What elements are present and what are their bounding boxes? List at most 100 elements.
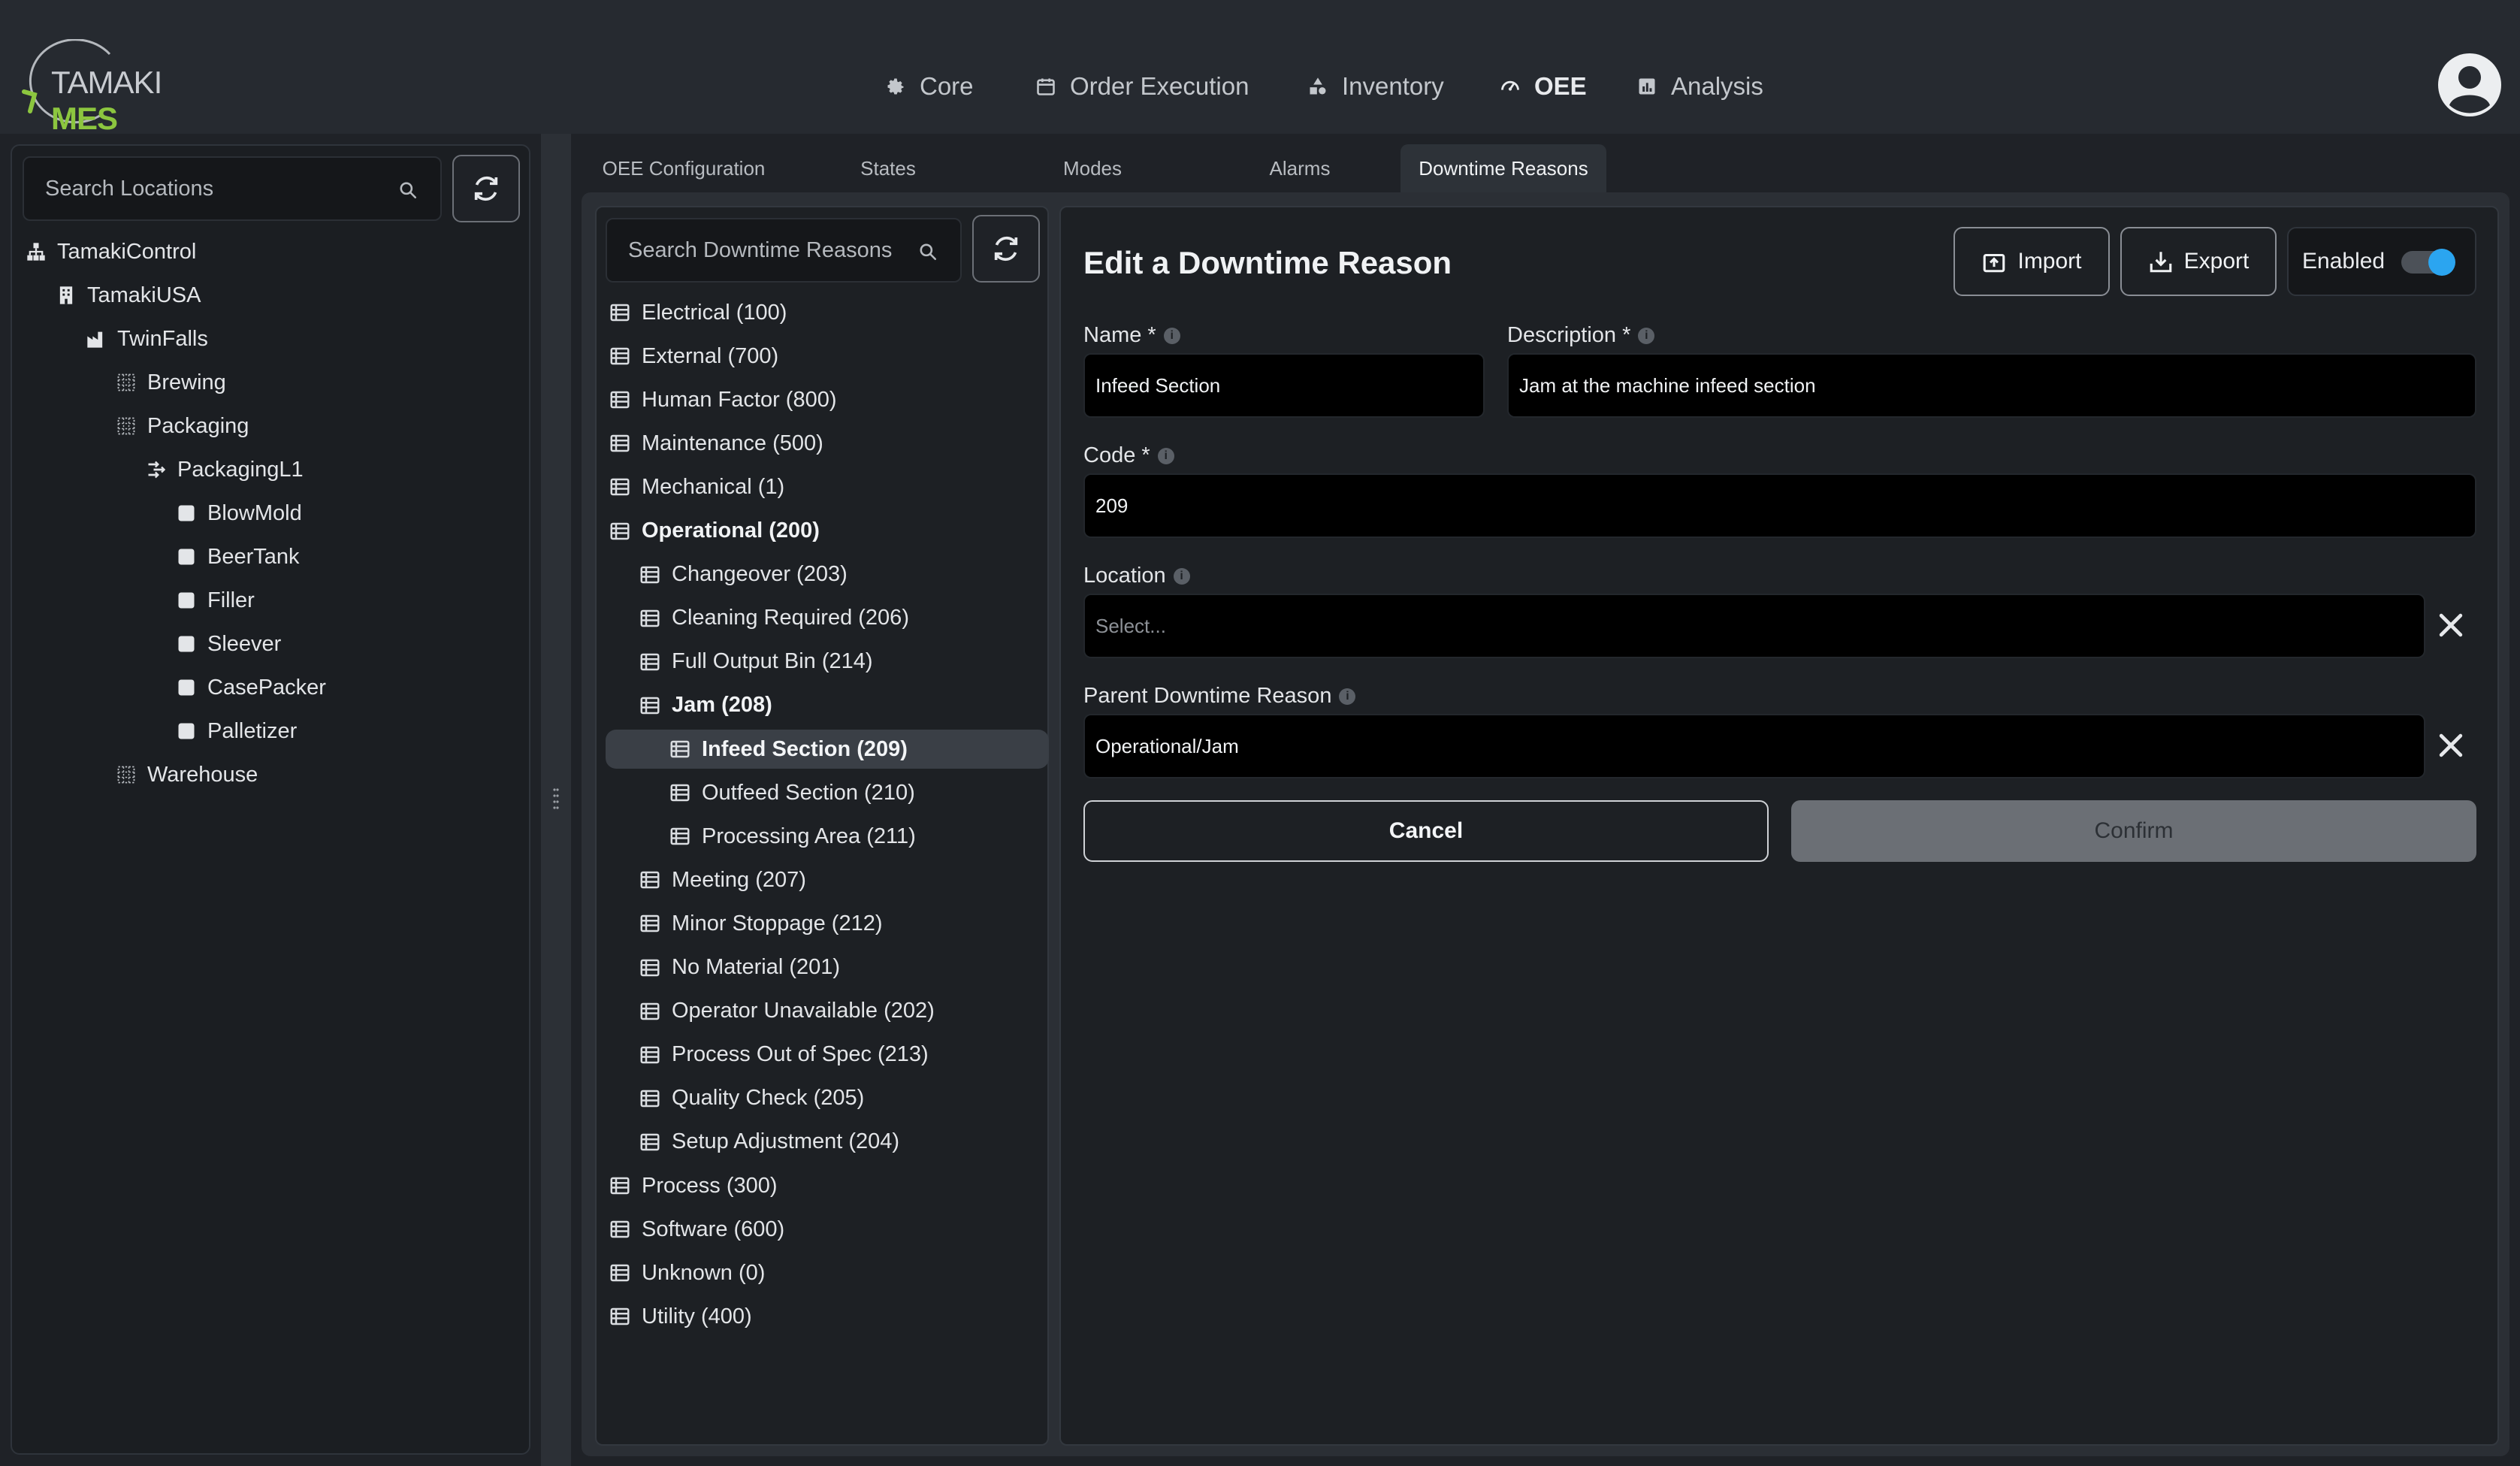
info-icon[interactable]: i bbox=[1157, 447, 1174, 464]
tree-item-packagingl1[interactable]: PackagingL1 bbox=[146, 455, 304, 485]
downtime-reason-item[interactable]: Software (600) bbox=[609, 1210, 784, 1249]
tree-item-sleever[interactable]: Sleever bbox=[176, 629, 281, 659]
info-icon[interactable]: i bbox=[1339, 688, 1356, 705]
downtime-reason-item[interactable]: Quality Check (205) bbox=[639, 1079, 864, 1118]
downtime-reason-label: Cleaning Required (206) bbox=[672, 606, 909, 630]
enabled-toggle[interactable] bbox=[2401, 249, 2455, 276]
downtime-reason-label: Electrical (100) bbox=[642, 300, 787, 325]
name-input-value: Infeed Section bbox=[1095, 373, 1221, 397]
downtime-reason-item[interactable]: Unknown (0) bbox=[609, 1253, 765, 1292]
downtime-reason-item[interactable]: Meeting (207) bbox=[639, 860, 806, 899]
downtime-reason-item[interactable]: Minor Stoppage (212) bbox=[639, 904, 883, 943]
downtime-reason-item[interactable]: Process Out of Spec (213) bbox=[639, 1035, 929, 1075]
location-select[interactable]: Select... bbox=[1083, 594, 2425, 658]
tab-downtime-reasons[interactable]: Downtime Reasons bbox=[1401, 144, 1606, 192]
cancel-button[interactable]: Cancel bbox=[1083, 800, 1769, 862]
nav-core[interactable]: Core bbox=[885, 68, 974, 105]
parent-reason-value: Operational/Jam bbox=[1095, 734, 1239, 757]
tree-item-label: Warehouse bbox=[147, 762, 258, 787]
cell-icon bbox=[178, 549, 195, 565]
downtime-reason-item[interactable]: Operator Unavailable (202) bbox=[639, 992, 935, 1031]
info-icon[interactable]: i bbox=[1173, 567, 1190, 585]
downtime-reason-item[interactable]: Electrical (100) bbox=[609, 293, 787, 332]
downtime-reason-item[interactable]: No Material (201) bbox=[639, 948, 840, 987]
downtime-reason-item[interactable]: Mechanical (1) bbox=[609, 467, 784, 506]
downtime-reason-label: Maintenance (500) bbox=[642, 431, 823, 455]
code-label: Code * i bbox=[1083, 443, 1174, 468]
tab-modes[interactable]: Modes bbox=[1040, 144, 1145, 192]
downtime-reason-item[interactable]: Cleaning Required (206) bbox=[639, 599, 909, 638]
name-input[interactable]: Infeed Section bbox=[1083, 353, 1485, 418]
upload-icon bbox=[1984, 253, 2005, 273]
tree-item-twinfalls[interactable]: TwinFalls bbox=[86, 324, 208, 354]
downtime-reason-item[interactable]: Outfeed Section (210) bbox=[669, 773, 915, 812]
downtime-reason-label: Infeed Section (209) bbox=[702, 736, 908, 761]
downtime-reason-item[interactable]: Processing Area (211) bbox=[669, 817, 916, 856]
description-input-value: Jam at the machine infeed section bbox=[1519, 373, 1816, 397]
nav-oee[interactable]: OEE bbox=[1500, 68, 1587, 105]
downtime-reason-item[interactable]: Process (300) bbox=[609, 1166, 778, 1205]
info-icon[interactable]: i bbox=[1163, 327, 1180, 344]
tree-item-tamakiusa[interactable]: TamakiUSA bbox=[56, 280, 201, 310]
downtime-reason-label: Operator Unavailable (202) bbox=[672, 999, 935, 1023]
user-avatar-icon[interactable] bbox=[2437, 53, 2502, 117]
import-button[interactable]: Import bbox=[1953, 227, 2110, 296]
refresh-downtime-reasons-button[interactable] bbox=[972, 215, 1040, 283]
tree-item-packaging[interactable]: Packaging bbox=[116, 411, 249, 441]
tab-label: States bbox=[860, 156, 916, 180]
tree-item-label: Packaging bbox=[147, 413, 249, 438]
downtime-reason-item[interactable]: External (700) bbox=[609, 337, 778, 376]
cell-icon bbox=[178, 592, 195, 609]
refresh-locations-button[interactable] bbox=[452, 155, 520, 222]
tree-item-blowmold[interactable]: BlowMold bbox=[176, 498, 302, 528]
drag-handle-icon[interactable] bbox=[553, 787, 559, 813]
clear-location-icon[interactable] bbox=[2434, 609, 2467, 642]
downtime-reason-item[interactable]: Jam (208) bbox=[639, 686, 772, 725]
downtime-reason-item[interactable]: Changeover (203) bbox=[639, 555, 848, 594]
description-input[interactable]: Jam at the machine infeed section bbox=[1507, 353, 2476, 418]
tree-item-brewing[interactable]: Brewing bbox=[116, 367, 226, 397]
table-icon bbox=[640, 1046, 660, 1063]
tab-states[interactable]: States bbox=[835, 144, 941, 192]
tree-item-tamakicontrol[interactable]: TamakiControl bbox=[26, 237, 196, 267]
downtime-reason-label: Full Output Bin (214) bbox=[672, 649, 873, 674]
info-icon[interactable]: i bbox=[1638, 327, 1655, 344]
tree-item-label: BeerTank bbox=[207, 544, 300, 569]
downtime-reason-item[interactable]: Operational (200) bbox=[609, 512, 820, 551]
org-icon bbox=[27, 243, 45, 261]
toggle-knob bbox=[2428, 249, 2455, 276]
downtime-reason-label: Processing Area (211) bbox=[702, 824, 916, 848]
downtime-reason-label: No Material (201) bbox=[672, 955, 841, 979]
tree-item-warehouse[interactable]: Warehouse bbox=[116, 760, 258, 790]
clear-parent-reason-icon[interactable] bbox=[2434, 729, 2467, 762]
search-locations-input[interactable]: Search Locations bbox=[23, 156, 442, 221]
downtime-reason-item[interactable]: Maintenance (500) bbox=[609, 424, 823, 463]
table-icon bbox=[670, 740, 690, 758]
tab-oee-configuration[interactable]: OEE Configuration bbox=[588, 144, 780, 192]
gauge-icon bbox=[1501, 80, 1519, 91]
tree-item-label: TwinFalls bbox=[117, 326, 208, 351]
code-label-text: Code * bbox=[1083, 443, 1150, 467]
downtime-reason-item[interactable]: Human Factor (800) bbox=[609, 380, 837, 419]
nav-inventory[interactable]: Inventory bbox=[1307, 68, 1444, 105]
export-button[interactable]: Export bbox=[2120, 227, 2277, 296]
downtime-reason-item[interactable]: Infeed Section (209) bbox=[606, 730, 1049, 769]
tree-item-filler[interactable]: Filler bbox=[176, 585, 255, 615]
enabled-label: Enabled bbox=[2302, 249, 2386, 274]
tree-item-palletizer[interactable]: Palletizer bbox=[176, 716, 297, 746]
downtime-reason-item[interactable]: Full Output Bin (214) bbox=[639, 642, 873, 682]
code-input[interactable]: 209 bbox=[1083, 473, 2476, 538]
location-select-placeholder: Select... bbox=[1095, 614, 1166, 637]
downtime-reason-item[interactable]: Setup Adjustment (204) bbox=[639, 1123, 899, 1162]
table-icon bbox=[610, 347, 630, 365]
nav-analysis[interactable]: Analysis bbox=[1636, 68, 1763, 105]
tab-alarms[interactable]: Alarms bbox=[1247, 144, 1352, 192]
tree-item-casepacker[interactable]: CasePacker bbox=[176, 673, 326, 703]
search-downtime-reasons-input[interactable]: Search Downtime Reasons bbox=[606, 218, 962, 283]
confirm-button[interactable]: Confirm bbox=[1791, 800, 2476, 862]
parent-reason-select[interactable]: Operational/Jam bbox=[1083, 714, 2425, 778]
nav-order-execution[interactable]: Order Execution bbox=[1035, 68, 1249, 105]
downtime-reason-item[interactable]: Utility (400) bbox=[609, 1297, 752, 1336]
download-icon bbox=[2150, 252, 2171, 273]
tree-item-beertank[interactable]: BeerTank bbox=[176, 542, 300, 572]
